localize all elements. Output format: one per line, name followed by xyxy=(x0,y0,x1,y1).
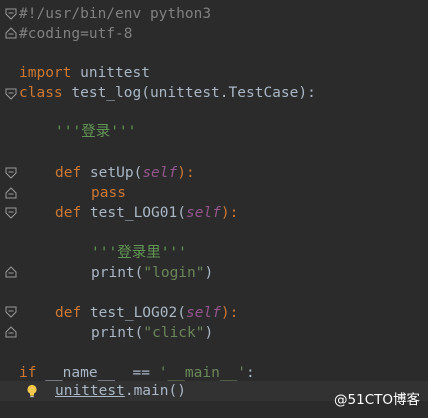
code-line-7[interactable]: '''登录''' xyxy=(55,122,136,142)
coding-comment: #coding=utf-8 xyxy=(19,26,133,42)
code-line-10[interactable]: pass xyxy=(91,183,126,203)
if-keyword: if xyxy=(19,365,37,381)
code-line-13[interactable]: '''登录里''' xyxy=(91,243,187,263)
fold-open-icon[interactable] xyxy=(5,88,17,100)
colon-punct: : xyxy=(246,365,255,381)
fold-close-icon[interactable] xyxy=(5,187,17,199)
name-comparison: __name__ == xyxy=(36,365,159,381)
self-param: self xyxy=(142,165,178,181)
fold-open-icon[interactable] xyxy=(5,8,17,20)
self-param: self xyxy=(185,205,221,221)
fold-close-icon[interactable] xyxy=(5,266,17,278)
code-line-16[interactable]: def test_LOG02(self): xyxy=(55,303,238,323)
shebang-comment: #!/usr/bin/env python3 xyxy=(19,6,212,22)
code-line-11[interactable]: def test_LOG01(self): xyxy=(55,203,238,223)
code-line-20[interactable]: unittest.main() xyxy=(55,381,186,401)
def-keyword: def xyxy=(55,165,82,181)
def-keyword: def xyxy=(55,205,82,221)
method-name-log02: test_LOG02( xyxy=(81,305,186,321)
method-name-setup: setUp( xyxy=(81,165,143,181)
code-line-5[interactable]: class test_log(unittest.TestCase): xyxy=(19,83,316,103)
fold-open-icon[interactable] xyxy=(5,306,17,318)
method-docstring: '''登录里''' xyxy=(91,245,187,261)
code-line-9[interactable]: def setUp(self): xyxy=(55,163,195,183)
string-literal-click: "click" xyxy=(143,325,205,341)
close-paren: ) xyxy=(204,265,214,281)
colon-punct: ): xyxy=(220,205,239,221)
code-editor[interactable]: #!/usr/bin/env python3 #coding=utf-8 imp… xyxy=(0,0,428,418)
self-param: self xyxy=(185,305,221,321)
code-line-17[interactable]: print("click") xyxy=(91,323,213,343)
class-keyword: class xyxy=(19,85,63,101)
code-line-4[interactable]: import unittest xyxy=(19,63,150,83)
fold-close-icon[interactable] xyxy=(5,27,17,39)
unittest-module-ref[interactable]: unittest xyxy=(55,383,125,399)
import-keyword: import xyxy=(19,65,72,81)
method-name-log01: test_LOG01( xyxy=(81,205,186,221)
colon-punct: ): xyxy=(220,305,239,321)
close-paren: ) xyxy=(204,325,214,341)
colon-punct: ): xyxy=(177,165,195,181)
main-call: .main() xyxy=(124,383,186,399)
string-literal-main: '__main__' xyxy=(158,365,246,381)
watermark: @51CTO博客 xyxy=(334,392,420,408)
code-line-2[interactable]: #coding=utf-8 xyxy=(19,24,133,44)
code-line-19[interactable]: if __name__ == '__main__': xyxy=(19,363,255,383)
print-call: print( xyxy=(91,265,144,281)
fold-open-icon[interactable] xyxy=(5,207,17,219)
code-line-14[interactable]: print("login") xyxy=(91,263,213,283)
lightbulb-icon[interactable] xyxy=(26,384,38,399)
def-keyword: def xyxy=(55,305,82,321)
string-literal-login: "login" xyxy=(143,265,205,281)
print-call: print( xyxy=(91,325,144,341)
fold-open-icon[interactable] xyxy=(5,167,17,179)
class-docstring: '''登录''' xyxy=(55,124,137,140)
fold-close-icon[interactable] xyxy=(5,326,17,338)
import-module: unittest xyxy=(71,65,150,81)
class-declaration: test_log(unittest.TestCase): xyxy=(62,85,316,101)
pass-keyword: pass xyxy=(91,185,126,201)
code-line-1[interactable]: #!/usr/bin/env python3 xyxy=(19,4,211,24)
